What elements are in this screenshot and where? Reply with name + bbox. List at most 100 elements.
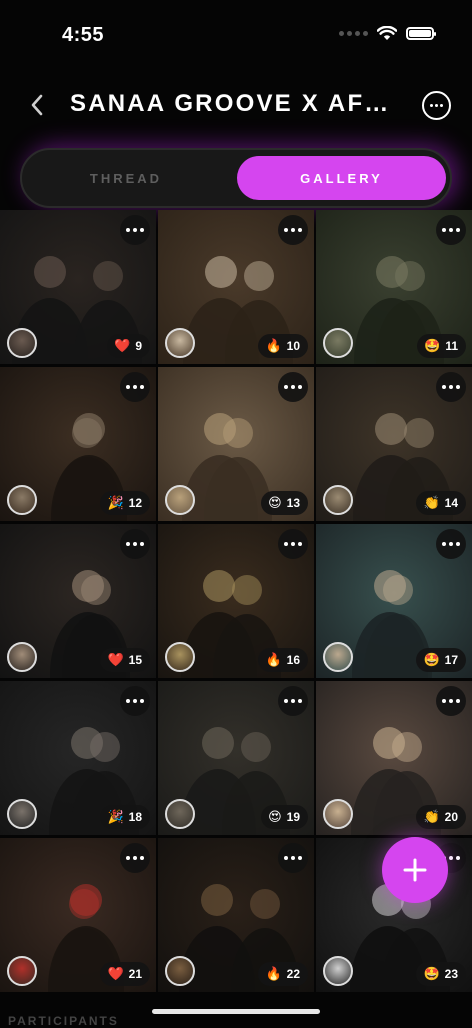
photo-options-button[interactable] [278, 372, 308, 402]
reaction-badge[interactable]: 🤩 11 [417, 334, 466, 358]
uploader-avatar[interactable] [7, 485, 37, 515]
uploader-avatar[interactable] [165, 642, 195, 672]
hands-clapping-icon: 👏 [423, 809, 440, 825]
reaction-count: 21 [128, 967, 142, 981]
photo-options-button[interactable] [436, 372, 466, 402]
reaction-badge[interactable]: 😍 19 [261, 805, 308, 829]
reaction-count: 18 [128, 810, 142, 824]
reaction-count: 16 [286, 653, 300, 667]
add-photo-button[interactable] [382, 837, 448, 903]
fire-icon: 🔥 [265, 966, 282, 982]
status-icons [339, 26, 436, 41]
party-popper-icon: 🎉 [107, 495, 124, 511]
uploader-avatar[interactable] [165, 799, 195, 829]
photo-options-button[interactable] [278, 215, 308, 245]
uploader-avatar[interactable] [7, 642, 37, 672]
uploader-avatar[interactable] [165, 328, 195, 358]
reaction-count: 22 [286, 967, 300, 981]
gallery-photo-tile[interactable]: 🎉 18 [0, 681, 156, 835]
hands-clapping-icon: 👏 [423, 495, 440, 511]
status-time: 4:55 [62, 24, 105, 46]
star-struck-icon: 🤩 [423, 652, 440, 668]
reaction-badge[interactable]: 🔥 22 [258, 962, 308, 986]
photo-options-button[interactable] [436, 215, 466, 245]
reaction-badge[interactable]: 🎉 18 [100, 805, 150, 829]
uploader-avatar[interactable] [165, 485, 195, 515]
gallery-photo-tile[interactable]: ❤️ 15 [0, 524, 156, 678]
reaction-count: 20 [444, 810, 458, 824]
uploader-avatar[interactable] [7, 799, 37, 829]
wifi-icon [377, 26, 397, 40]
gallery-photo-tile[interactable]: 🤩 17 [316, 524, 472, 678]
photo-options-button[interactable] [120, 843, 150, 873]
star-struck-icon: 🤩 [424, 338, 441, 354]
gallery-photo-tile[interactable]: 👏 20 [316, 681, 472, 835]
reaction-badge[interactable]: 🔥 10 [258, 334, 308, 358]
photo-options-button[interactable] [120, 372, 150, 402]
view-switcher: THREAD GALLERY [20, 148, 452, 208]
star-struck-icon: 🤩 [423, 966, 440, 982]
reaction-count: 14 [444, 496, 458, 510]
gallery-photo-tile[interactable]: ❤️ 9 [0, 210, 156, 364]
reaction-count: 23 [444, 967, 458, 981]
reaction-count: 10 [286, 339, 300, 353]
uploader-avatar[interactable] [323, 642, 353, 672]
reaction-badge[interactable]: ❤️ 9 [107, 334, 150, 358]
photo-options-button[interactable] [120, 529, 150, 559]
reaction-count: 19 [286, 810, 300, 824]
fire-icon: 🔥 [265, 338, 282, 354]
heart-icon: ❤️ [107, 966, 124, 982]
reaction-badge[interactable]: 🤩 17 [416, 648, 466, 672]
back-button[interactable] [22, 88, 52, 122]
gallery-photo-tile[interactable]: 😍 13 [158, 367, 314, 521]
reaction-badge[interactable]: 😍 13 [261, 491, 308, 515]
reaction-badge[interactable]: ❤️ 15 [100, 648, 150, 672]
gallery-photo-tile[interactable]: 🔥 22 [158, 838, 314, 992]
reaction-badge[interactable]: 👏 20 [416, 805, 466, 829]
uploader-avatar[interactable] [7, 328, 37, 358]
tab-thread[interactable]: THREAD [26, 156, 226, 200]
photo-options-button[interactable] [120, 215, 150, 245]
uploader-avatar[interactable] [323, 485, 353, 515]
more-options-button[interactable] [422, 91, 451, 120]
heart-icon: ❤️ [114, 338, 131, 354]
uploader-avatar[interactable] [323, 328, 353, 358]
gallery-photo-tile[interactable]: ❤️ 21 [0, 838, 156, 992]
tab-gallery[interactable]: GALLERY [237, 156, 446, 200]
reaction-count: 13 [286, 496, 300, 510]
gallery-photo-tile[interactable]: 😍 19 [158, 681, 314, 835]
home-indicator [152, 1009, 320, 1014]
chevron-left-icon [31, 94, 43, 116]
reaction-badge[interactable]: 👏 14 [416, 491, 466, 515]
reaction-badge[interactable]: 🤩 23 [416, 962, 466, 986]
reaction-badge[interactable]: 🎉 12 [100, 491, 150, 515]
cellular-signal-icon [339, 31, 368, 36]
gallery-photo-tile[interactable]: 🎉 12 [0, 367, 156, 521]
uploader-avatar[interactable] [323, 956, 353, 986]
gallery-photo-tile[interactable]: 👏 14 [316, 367, 472, 521]
photo-options-button[interactable] [120, 686, 150, 716]
reaction-count: 11 [445, 339, 458, 353]
photo-options-button[interactable] [278, 529, 308, 559]
heart-eyes-icon: 😍 [268, 495, 282, 511]
gallery-photo-tile[interactable]: 🔥 16 [158, 524, 314, 678]
photo-options-button[interactable] [436, 529, 466, 559]
page-title: SANAA GROOVE X AF… [70, 90, 391, 117]
gallery-photo-tile[interactable]: 🤩 11 [316, 210, 472, 364]
heart-eyes-icon: 😍 [268, 809, 282, 825]
battery-icon [406, 27, 436, 40]
uploader-avatar[interactable] [165, 956, 195, 986]
gallery-photo-tile[interactable]: 🔥 10 [158, 210, 314, 364]
photo-options-button[interactable] [436, 686, 466, 716]
uploader-avatar[interactable] [323, 799, 353, 829]
photo-options-button[interactable] [278, 843, 308, 873]
party-popper-icon: 🎉 [107, 809, 124, 825]
reaction-count: 17 [444, 653, 458, 667]
photo-options-button[interactable] [278, 686, 308, 716]
fire-icon: 🔥 [265, 652, 282, 668]
uploader-avatar[interactable] [7, 956, 37, 986]
reaction-count: 12 [128, 496, 142, 510]
plus-icon [403, 858, 427, 882]
reaction-badge[interactable]: 🔥 16 [258, 648, 308, 672]
reaction-badge[interactable]: ❤️ 21 [100, 962, 150, 986]
